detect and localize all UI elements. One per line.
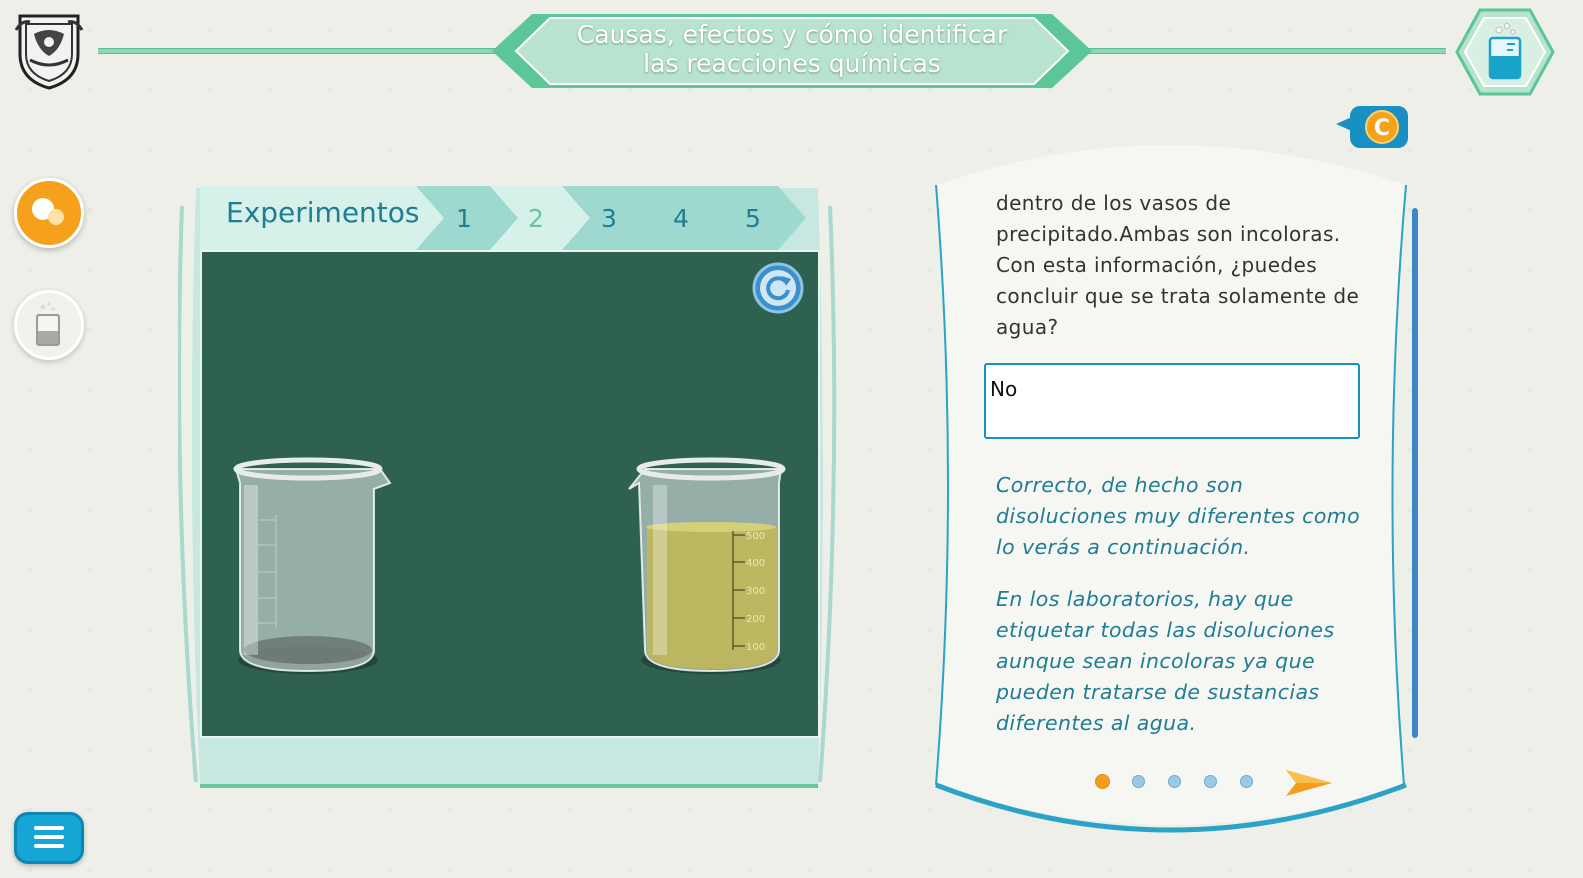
page-dot-4[interactable] (1204, 775, 1217, 788)
beaker-tick-label: 500 (746, 531, 765, 542)
scrollbar[interactable] (1412, 208, 1418, 738)
page-title-line2: las reacciones químicas (643, 49, 941, 78)
step-tab-3[interactable]: 3 (594, 204, 624, 233)
step-tab-1[interactable]: 1 (449, 204, 479, 233)
header-line-left (98, 48, 498, 54)
page-dot-3[interactable] (1168, 775, 1181, 788)
beaker-side-button[interactable] (14, 290, 84, 360)
beaker-tick-label: 400 (746, 558, 765, 569)
menu-button[interactable] (14, 812, 84, 864)
step-tab-4[interactable]: 4 (666, 204, 696, 233)
beaker-yellow[interactable]: 500 400 300 200 100 (625, 455, 791, 684)
experiments-label: Experimentos (226, 196, 420, 229)
beaker-tick-label: 300 (746, 586, 765, 597)
beaker-icon (36, 302, 60, 346)
c-badge-icon: C (1336, 106, 1408, 148)
unam-logo (12, 10, 86, 90)
reset-button[interactable] (752, 262, 804, 314)
page-dot-5[interactable] (1240, 775, 1253, 788)
beaker-tick-label: 100 (746, 642, 765, 653)
next-button[interactable] (1284, 768, 1334, 798)
circles-icon (32, 198, 64, 225)
answer-textarea[interactable]: No (984, 363, 1360, 439)
circles-button[interactable] (14, 178, 84, 248)
feedback-paragraph-2: En los laboratorios, hay que etiquetar t… (996, 587, 1335, 735)
step-tab-2[interactable]: 2 (521, 204, 551, 233)
title-banner: Causas, efectos y cómo identificar las r… (492, 14, 1092, 88)
question-text: dentro de los vasos de precipitado.Ambas… (996, 191, 1360, 339)
beaker-tick-label: 200 (746, 614, 765, 625)
next-arrow-icon (1286, 770, 1332, 796)
hamburger-menu-icon (34, 826, 64, 848)
refresh-icon (752, 262, 804, 314)
c-badge[interactable]: C (1336, 104, 1412, 152)
feedback-paragraph-1: Correcto, de hecho son disoluciones muy … (996, 473, 1361, 559)
page-title-line1: Causas, efectos y cómo identificar (576, 20, 1008, 49)
badge-letter: C (1374, 116, 1390, 141)
page-dot-2[interactable] (1132, 775, 1145, 788)
beaker-empty[interactable] (228, 455, 394, 684)
page-dot-1[interactable] (1095, 774, 1110, 789)
beaker-hex-button[interactable] (1455, 8, 1555, 96)
header-line-right (1084, 48, 1446, 54)
step-tab-5[interactable]: 5 (738, 204, 768, 233)
